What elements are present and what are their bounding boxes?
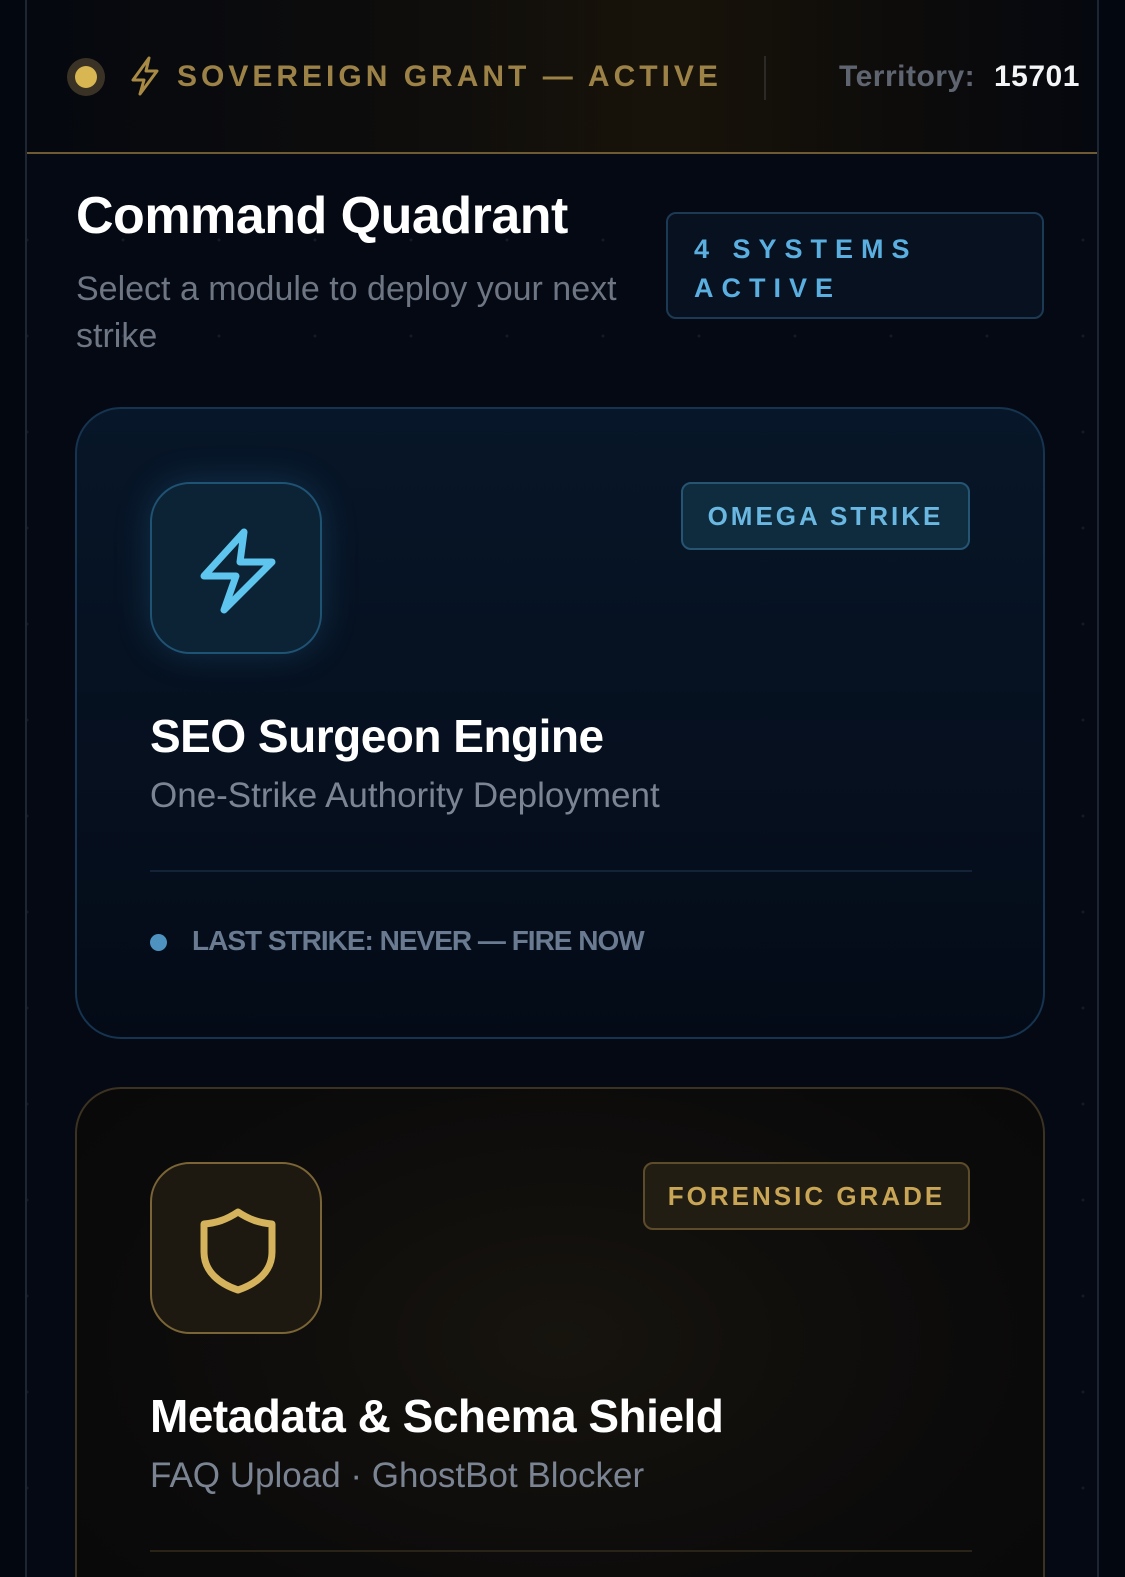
lightning-bolt-icon [131,56,159,96]
module-tag: OMEGA STRIKE [681,482,970,550]
systems-active-label: 4 SYSTEMS ACTIVE [694,234,918,303]
card-divider [150,870,972,872]
header-divider [764,56,766,100]
module-icon-tile [150,482,322,654]
module-subtitle: One-Strike Authority Deployment [150,776,660,815]
status-dot-icon [150,934,167,951]
page-subtitle: Select a module to deploy your next stri… [76,270,617,355]
page-title: Command Quadrant [76,187,568,245]
module-title: SEO Surgeon Engine [150,710,604,762]
last-strike-status: LAST STRIKE: NEVER — FIRE NOW [192,925,645,956]
frame-border-right [1097,0,1099,1577]
territory-value: 15701 [994,60,1080,93]
module-icon-tile [150,1162,322,1334]
lightning-bolt-icon [200,528,276,614]
card-divider [150,1550,972,1552]
territory-label: Territory: [839,60,976,93]
grant-status-text: SOVEREIGN GRANT — ACTIVE [177,60,722,93]
status-dot-icon [67,58,105,96]
module-card-schema-shield[interactable]: FORENSIC GRADE Metadata & Schema Shield … [75,1087,1045,1577]
module-tag: FORENSIC GRADE [643,1162,970,1230]
module-card-seo-surgeon[interactable]: OMEGA STRIKE SEO Surgeon Engine One-Stri… [75,407,1045,1039]
module-subtitle: FAQ Upload · GhostBot Blocker [150,1456,645,1495]
status-header: SOVEREIGN GRANT — ACTIVE Territory: 1570… [27,0,1097,154]
shield-icon [200,1208,276,1294]
module-title: Metadata & Schema Shield [150,1390,724,1442]
systems-active-badge: 4 SYSTEMS ACTIVE [666,212,1044,319]
screen: SOVEREIGN GRANT — ACTIVE Territory: 1570… [0,0,1125,1577]
app-container: SOVEREIGN GRANT — ACTIVE Territory: 1570… [27,0,1097,1577]
